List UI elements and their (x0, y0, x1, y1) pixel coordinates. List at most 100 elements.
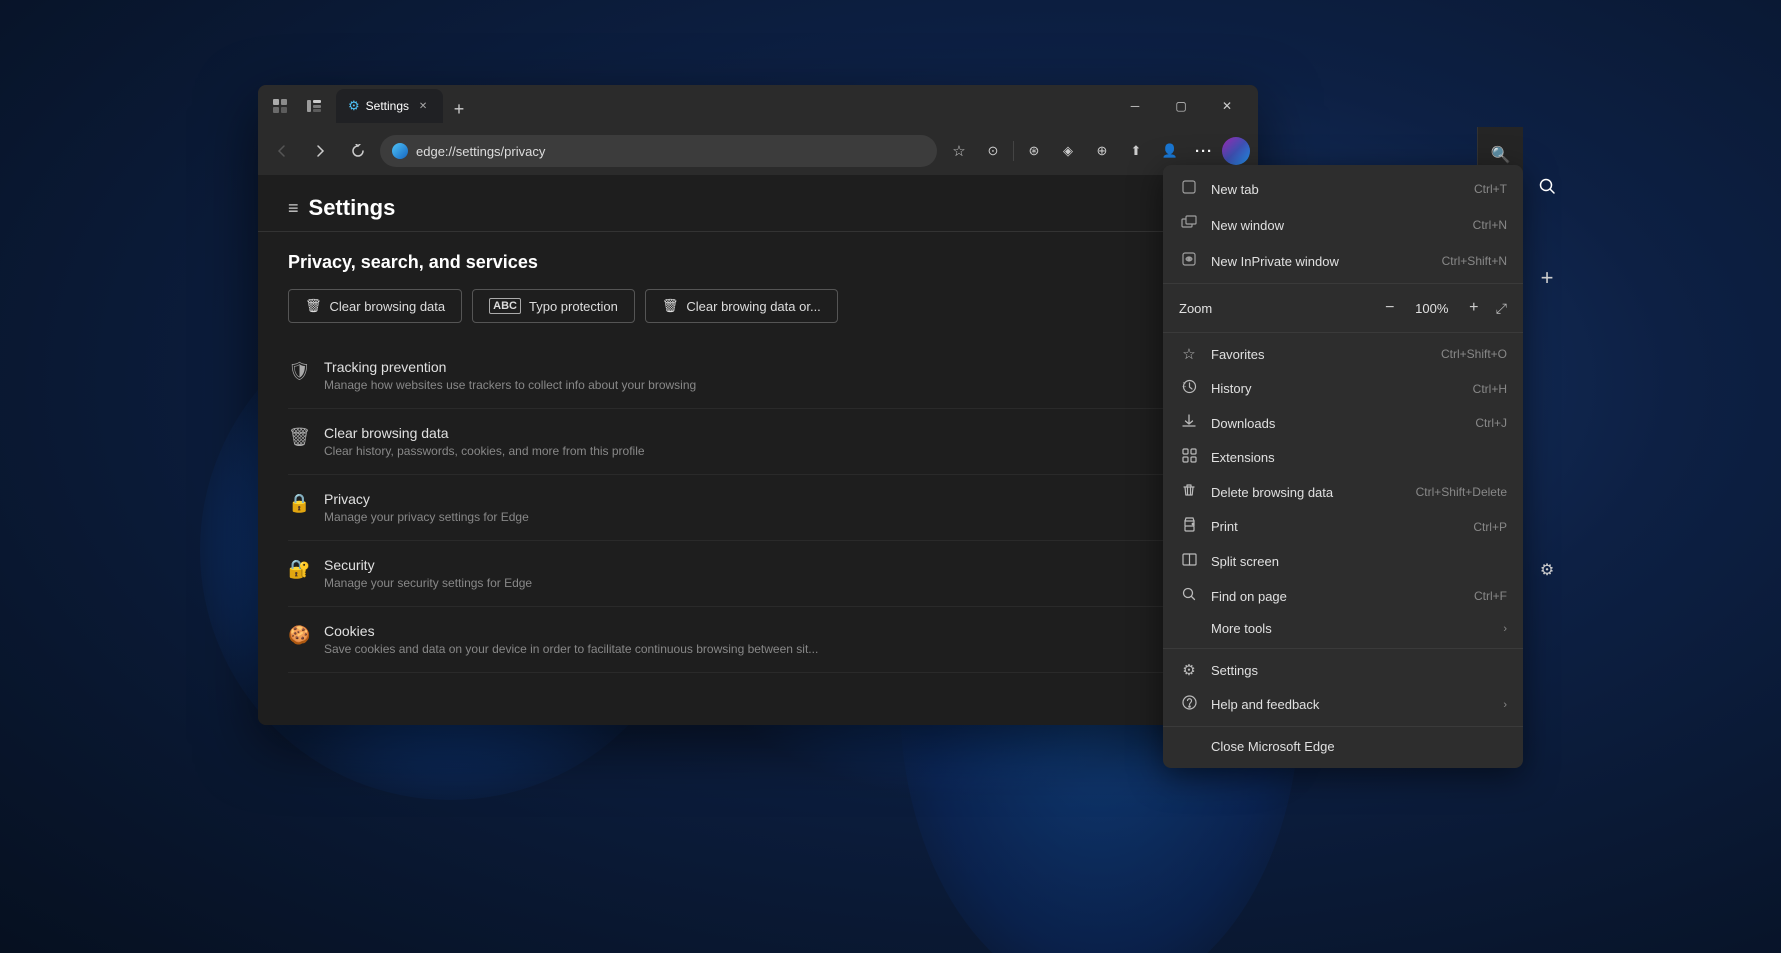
toolbar-icons: ☆ ⊙ ⊛ ◈ ⊕ ⬆ 👤 ··· (943, 135, 1250, 167)
menu-item-find-on-page[interactable]: Find on page Ctrl+F (1163, 579, 1523, 613)
address-text: edge://settings/privacy (416, 144, 925, 159)
clear-data-name: Clear browsing data (324, 425, 645, 441)
menu-item-inprivate[interactable]: New InPrivate window Ctrl+Shift+N (1163, 243, 1523, 279)
extensions-label: Extensions (1211, 450, 1507, 465)
restore-button[interactable]: ▢ (1158, 90, 1204, 122)
zoom-minus-button[interactable]: − (1376, 294, 1404, 322)
zoom-plus-button[interactable]: + (1460, 294, 1488, 322)
history-shortcut: Ctrl+H (1473, 382, 1507, 396)
titlebar-left-icons (266, 92, 328, 120)
menu-item-favorites[interactable]: ☆ Favorites Ctrl+Shift+O (1163, 337, 1523, 371)
favorites-shortcut: Ctrl+Shift+O (1441, 347, 1507, 361)
extensions-toolbar-button[interactable]: 👤 (1154, 135, 1186, 167)
active-tab[interactable]: ⚙ Settings ✕ (336, 89, 443, 123)
section-title: Privacy, search, and services (288, 252, 1228, 273)
panel-add-icon[interactable]: + (1531, 262, 1563, 294)
divider-2 (1163, 332, 1523, 333)
new-tab-shortcut: Ctrl+T (1474, 182, 1507, 196)
menu-item-new-window[interactable]: New window Ctrl+N (1163, 207, 1523, 243)
workspaces-icon[interactable] (266, 92, 294, 120)
site-icon (392, 143, 408, 159)
divider-1 (1013, 141, 1014, 161)
new-window-menu-icon (1179, 215, 1199, 235)
new-window-label: New window (1211, 218, 1461, 233)
browser-window: ⚙ Settings ✕ + ─ ▢ ✕ (258, 85, 1258, 725)
clear-browing-quick-btn[interactable]: 🗑 Clear browing data or... (645, 289, 838, 323)
close-button[interactable]: ✕ (1204, 90, 1250, 122)
list-item[interactable]: 🔒 Privacy Manage your privacy settings f… (288, 475, 1228, 541)
address-input[interactable]: edge://settings/privacy (380, 135, 937, 167)
settings-page: ≡ Settings Privacy, search, and services… (258, 175, 1258, 725)
new-tab-label: New tab (1211, 182, 1462, 197)
tracking-name: Tracking prevention (324, 359, 696, 375)
list-item[interactable]: 🗑 Clear browsing data Clear history, pas… (288, 409, 1228, 475)
menu-item-split-screen[interactable]: Split screen (1163, 544, 1523, 579)
extensions-menu-icon (1179, 448, 1199, 467)
inprivate-label: New InPrivate window (1211, 254, 1430, 269)
list-item[interactable]: 🍪 Cookies Save cookies and data on your … (288, 607, 1228, 673)
menu-item-extensions[interactable]: Extensions (1163, 440, 1523, 475)
delete-browsing-shortcut: Ctrl+Shift+Delete (1416, 485, 1507, 499)
typo-btn-label: Typo protection (529, 299, 618, 314)
window-controls: ─ ▢ ✕ (1112, 90, 1250, 122)
back-button[interactable] (266, 135, 298, 167)
more-tools-button[interactable]: ··· (1188, 135, 1220, 167)
vertical-tabs-icon[interactable] (300, 92, 328, 120)
copilot-button[interactable]: ⊛ (1018, 135, 1050, 167)
clear2-btn-icon: 🗑 (662, 298, 679, 314)
right-panel-icons: + ⚙ (1529, 170, 1565, 586)
menu-item-history[interactable]: History Ctrl+H (1163, 371, 1523, 406)
divider-zoom (1163, 283, 1523, 284)
panel-search-icon[interactable] (1531, 170, 1563, 202)
help-feedback-arrow: › (1503, 699, 1507, 711)
print-menu-icon (1179, 517, 1199, 536)
zoom-expand-button[interactable]: ⤢ (1496, 300, 1507, 317)
menu-item-close-edge[interactable]: Close Microsoft Edge (1163, 731, 1523, 762)
menu-item-new-tab[interactable]: New tab Ctrl+T (1163, 171, 1523, 207)
profile-button[interactable] (1222, 137, 1250, 165)
page-title: Settings (309, 195, 396, 221)
tabs-area: ⚙ Settings ✕ + (336, 89, 1108, 123)
privacy-desc: Manage your privacy settings for Edge (324, 510, 529, 524)
favorites-button[interactable]: ☆ (943, 135, 975, 167)
hamburger-icon[interactable]: ≡ (288, 198, 299, 219)
forward-button[interactable] (304, 135, 336, 167)
settings-title: ≡ Settings (288, 195, 1228, 221)
inprivate-menu-icon (1179, 251, 1199, 271)
typo-protection-quick-btn[interactable]: ABC Typo protection (472, 289, 635, 323)
share-button[interactable]: ⬆ (1120, 135, 1152, 167)
collections-button[interactable]: ◈ (1052, 135, 1084, 167)
settings-list: 🛡 Tracking prevention Manage how website… (288, 343, 1228, 673)
privacy-name: Privacy (324, 491, 529, 507)
panel-settings-icon[interactable]: ⚙ (1531, 554, 1563, 586)
clear-browsing-data-quick-btn[interactable]: 🗑 Clear browsing data (288, 289, 462, 323)
refresh-button[interactable] (342, 135, 374, 167)
security-desc: Manage your security settings for Edge (324, 576, 532, 590)
menu-item-delete-browsing[interactable]: Delete browsing data Ctrl+Shift+Delete (1163, 475, 1523, 509)
divider-3 (1163, 648, 1523, 649)
menu-item-settings[interactable]: ⚙ Settings (1163, 653, 1523, 687)
list-item[interactable]: 🔐 Security Manage your security settings… (288, 541, 1228, 607)
tab-close-button[interactable]: ✕ (415, 98, 431, 114)
menu-item-print[interactable]: Print Ctrl+P (1163, 509, 1523, 544)
menu-item-more-tools[interactable]: More tools › (1163, 613, 1523, 644)
list-item[interactable]: 🛡 Tracking prevention Manage how website… (288, 343, 1228, 409)
split-screen-menu-icon (1179, 552, 1199, 571)
browser-essentials-button[interactable]: ⊕ (1086, 135, 1118, 167)
menu-item-help-feedback[interactable]: Help and feedback › (1163, 687, 1523, 722)
print-shortcut: Ctrl+P (1473, 520, 1507, 534)
zoom-label: Zoom (1179, 301, 1212, 316)
find-on-page-label: Find on page (1211, 589, 1462, 604)
clear-data-icon: 🗑 (288, 427, 310, 448)
split-screen-label: Split screen (1211, 554, 1507, 569)
help-menu-icon (1179, 695, 1199, 714)
menu-item-downloads[interactable]: Downloads Ctrl+J (1163, 406, 1523, 440)
inprivate-shortcut: Ctrl+Shift+N (1442, 254, 1507, 268)
print-label: Print (1211, 519, 1461, 534)
find-menu-icon (1179, 587, 1199, 605)
clear-data-desc: Clear history, passwords, cookies, and m… (324, 444, 645, 458)
reading-mode-button[interactable]: ⊙ (977, 135, 1009, 167)
new-tab-button[interactable]: + (445, 95, 473, 123)
minimize-button[interactable]: ─ (1112, 90, 1158, 122)
clear-btn-icon: 🗑 (305, 298, 322, 314)
